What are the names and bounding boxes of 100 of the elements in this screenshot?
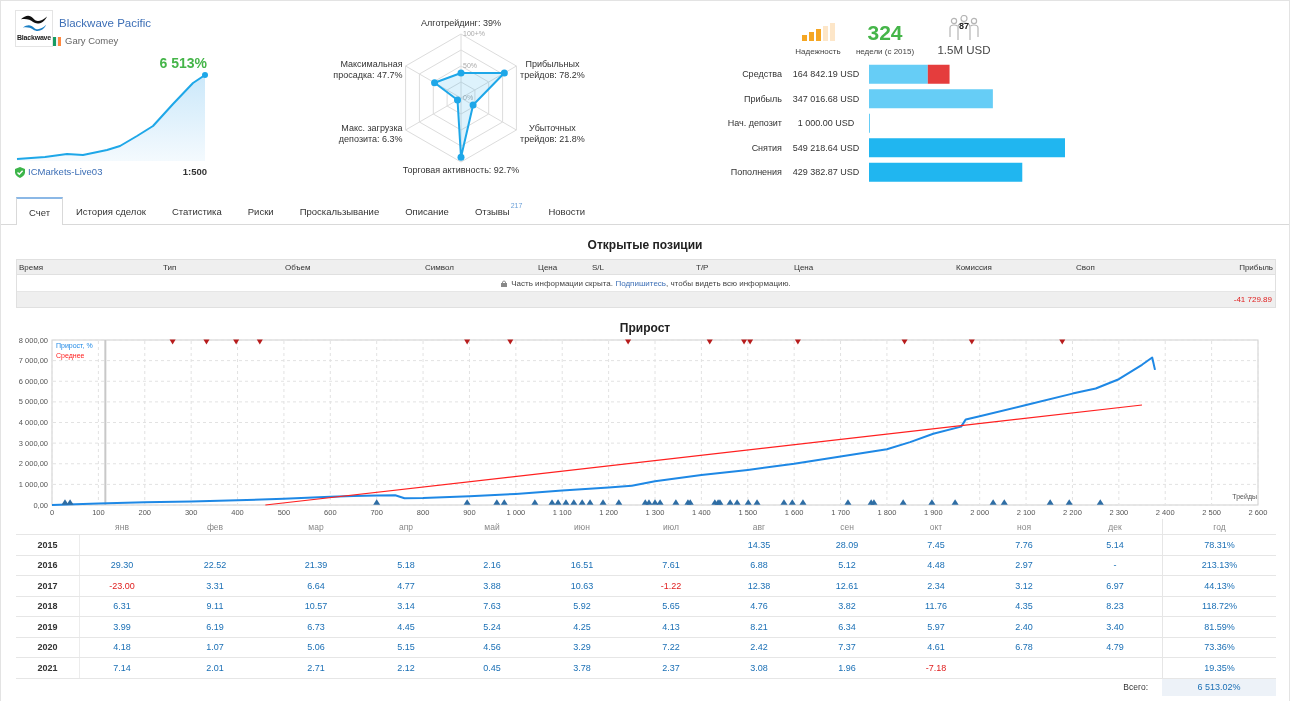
column-header: апр: [397, 520, 415, 534]
table-cell-text: 5.24: [482, 620, 502, 634]
growth-percent: 6 513%: [159, 55, 207, 71]
table-cell-text: 7.37: [837, 641, 857, 655]
weeks-label: недели (с 2015): [855, 47, 915, 57]
table-cell-text: 4.25: [572, 620, 592, 634]
year-cell: 2019: [16, 617, 80, 637]
column-header: ноя: [1016, 520, 1032, 534]
column-header: сен: [839, 520, 855, 534]
radar-label: Максимальная просадка: 47.7%: [333, 59, 403, 80]
table-cell-text: 5.65: [661, 600, 681, 614]
table-cell-text: 29.30: [109, 559, 135, 573]
table-cell-text: 2.71: [306, 661, 326, 675]
column-header: мар: [307, 520, 325, 534]
table-cell-text: 3.31: [205, 579, 225, 593]
year-total-cell: 213.13%: [1162, 555, 1276, 575]
table-cell-text: 7.63: [482, 600, 502, 614]
year-total-cell: 78.31%: [1162, 535, 1276, 555]
column-header: июн: [573, 520, 591, 534]
total-label: Всего:: [1123, 682, 1148, 692]
table-cell-text: 6.34: [837, 620, 857, 634]
table-cell-text: 3.82: [837, 600, 857, 614]
table-cell-text: 6.97: [1105, 579, 1125, 593]
column-header: Объем: [285, 262, 312, 272]
table-cell-text: 5.18: [396, 559, 416, 573]
table-cell-text: 22.52: [202, 559, 228, 573]
year-total-cell: 19.35%: [1162, 658, 1276, 678]
table-cell-text: 4.56: [482, 641, 502, 655]
table-cell-text: 14.35: [746, 538, 772, 552]
column-header: окт: [928, 520, 944, 534]
table-cell-text: 10.57: [303, 600, 329, 614]
weeks-count: 324: [867, 22, 903, 44]
table-cell-text: 0.45: [482, 661, 502, 675]
section-title: Открытые позиции: [587, 237, 703, 254]
table-cell-text: 7.22: [661, 641, 681, 655]
year-total-cell: 118.72%: [1162, 596, 1276, 616]
table-cell-text: 4.18: [112, 641, 132, 655]
leverage-text: 1:500: [182, 166, 207, 178]
table-cell-text: 5.15: [396, 641, 416, 655]
radar-label: Убыточных трейдов: 21.8%: [520, 123, 585, 144]
table-cell-text: 5.92: [572, 600, 592, 614]
column-header: год: [1162, 519, 1276, 534]
year-cell: 2017: [16, 576, 80, 596]
column-header: май: [483, 520, 501, 534]
amount-text: 1 000.00 USD: [797, 118, 855, 129]
table-cell-text: 3.40: [1105, 620, 1125, 634]
table-cell-text: -1.22: [659, 579, 683, 593]
table-cell-text: 2.40: [1014, 620, 1034, 634]
table-cell-text: 4.76: [749, 600, 769, 614]
subscriber-funds: 1.5M USD: [937, 44, 991, 57]
column-header: Время: [19, 262, 45, 272]
year-total-cell: 73.36%: [1162, 637, 1276, 657]
profit-total: -41 729.89: [1233, 295, 1272, 304]
year-cell: 2015: [16, 535, 80, 555]
column-header: дек: [1107, 520, 1123, 534]
amount-text: 429 382.87 USD: [792, 167, 860, 178]
table-cell-text: 4.79: [1105, 641, 1125, 655]
table-cell-text: 1.07: [205, 641, 225, 655]
table-cell-text: 28.09: [834, 538, 860, 552]
chart-title: Прирост: [619, 320, 671, 337]
column-header: фев: [205, 520, 225, 534]
subscriber-count: 87: [959, 21, 969, 31]
column-header: Цена: [794, 262, 815, 272]
table-cell-text: 5.14: [1105, 538, 1125, 552]
table-cell-text: 6.88: [749, 559, 769, 573]
radar-label: Прибыльных трейдов: 78.2%: [520, 59, 585, 80]
column-header: Тип: [163, 262, 178, 272]
column-header: июл: [662, 520, 680, 534]
table-cell-text: -: [1112, 559, 1118, 573]
column-header: Прибыль: [1238, 262, 1273, 272]
hidden-info-notice: Часть информации скрыта. Подпишитесь, чтобы видеть всю информацию.: [511, 278, 791, 288]
table-cell-text: 2.34: [926, 579, 946, 593]
table-cell-text: 5.97: [926, 620, 946, 634]
radar-label: Торговая активность: 92.7%: [402, 165, 520, 175]
column-header: Своп: [1076, 262, 1096, 272]
table-cell-text: 2.37: [661, 661, 681, 675]
table-cell-text: 3.08: [749, 661, 769, 675]
year-cell: 2020: [16, 637, 80, 657]
table-cell-text: 7.14: [112, 661, 132, 675]
year-cell: 2021: [16, 658, 80, 678]
column-header: S/L: [592, 262, 605, 272]
table-cell-text: 6.73: [306, 620, 326, 634]
table-cell-text: 1.96: [837, 661, 857, 675]
table-cell-text: 4.61: [926, 641, 946, 655]
amount-text: 347 016.68 USD: [792, 93, 860, 104]
table-cell-text: 4.48: [926, 559, 946, 573]
table-cell-text: 9.11: [205, 600, 225, 614]
column-header: авг: [751, 520, 767, 534]
table-cell-text: 3.14: [396, 600, 416, 614]
table-cell-text: 8.21: [749, 620, 769, 634]
table-cell-text: 7.76: [1014, 538, 1034, 552]
table-cell-text: 2.42: [749, 641, 769, 655]
table-cell-text: 2.16: [482, 559, 502, 573]
table-cell-text: 10.63: [569, 579, 595, 593]
table-cell-text: 3.29: [572, 641, 592, 655]
amount-text: 164 842.19 USD: [792, 69, 860, 80]
table-cell-text: 6.19: [205, 620, 225, 634]
year-total-cell: 81.59%: [1162, 617, 1276, 637]
table-cell-text: 3.99: [112, 620, 132, 634]
column-header: Символ: [425, 262, 455, 272]
